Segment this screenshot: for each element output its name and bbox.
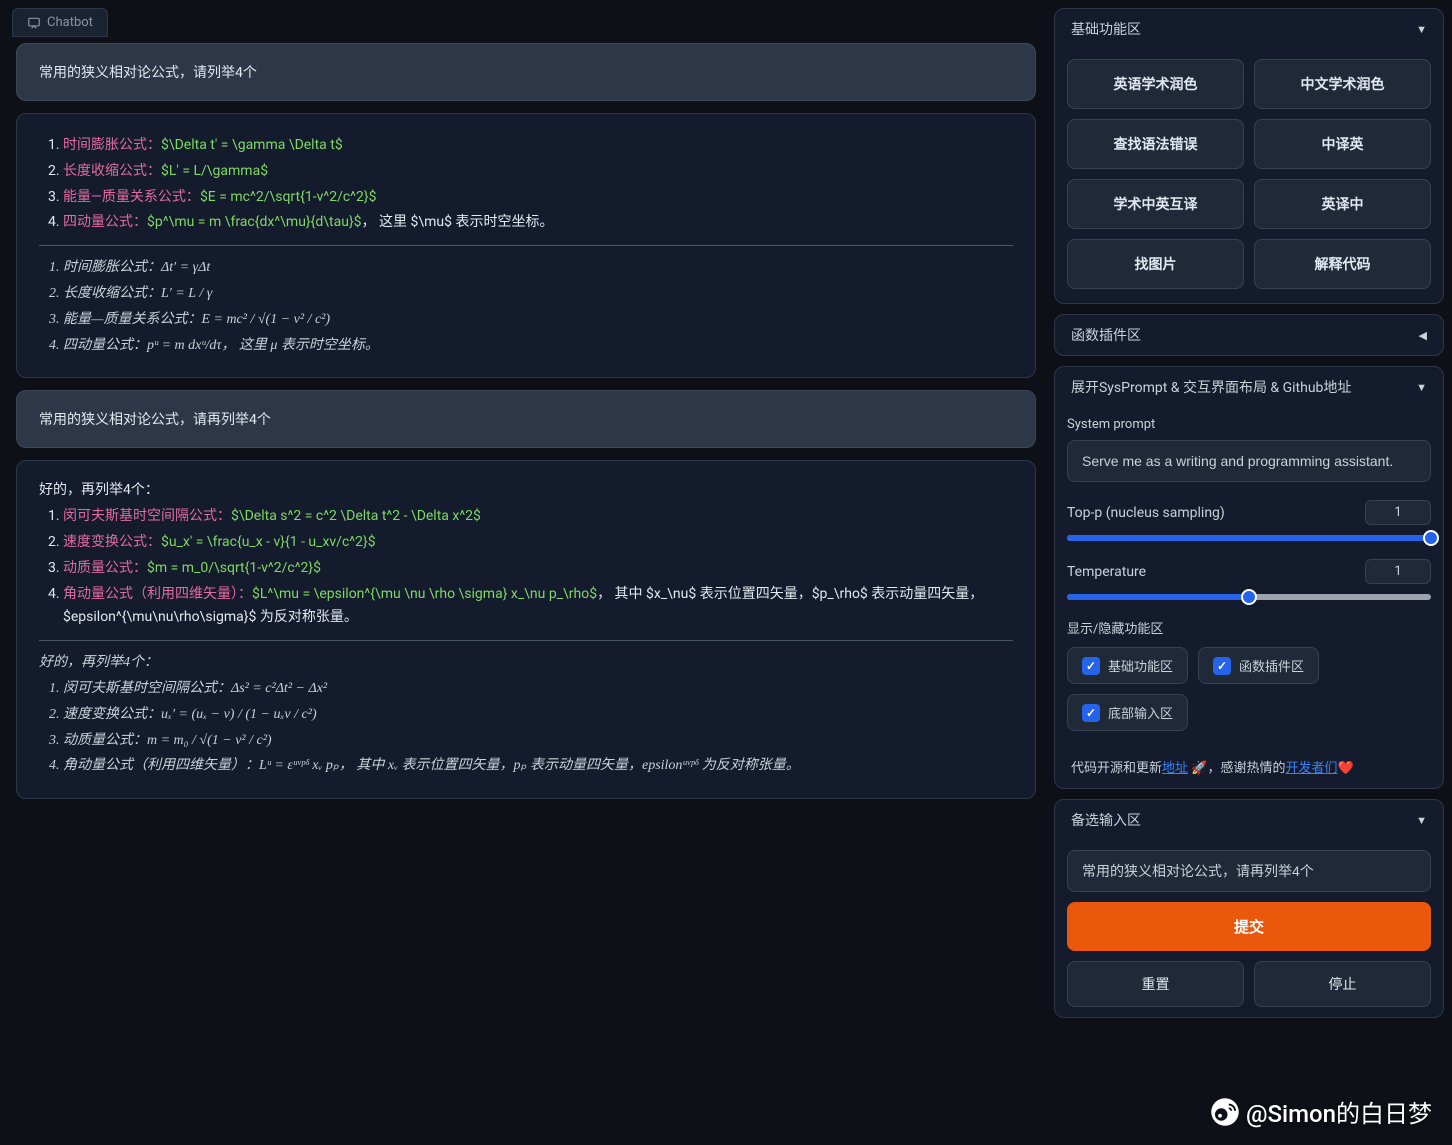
list-item: 长度收缩公式：L′ = L / γ xyxy=(63,282,1013,306)
list-item: 动质量公式：$m = m_0/\sqrt{1-v^2/c^2}$ xyxy=(63,557,1013,581)
list-item: 能量—质量关系公式：$E = mc^2/\sqrt{1-v^2/c^2}$ xyxy=(63,186,1013,210)
func-button[interactable]: 英语学术润色 xyxy=(1067,59,1244,109)
temperature-slider[interactable] xyxy=(1067,594,1431,600)
func-button[interactable]: 中文学术润色 xyxy=(1254,59,1431,109)
user-message: 常用的狭义相对论公式，请再列举4个 xyxy=(16,390,1036,448)
func-button[interactable]: 解释代码 xyxy=(1254,239,1431,289)
weibo-icon xyxy=(1210,1097,1240,1127)
panel-title: 展开SysPrompt & 交互界面布局 & Github地址 xyxy=(1071,377,1351,397)
visibility-check[interactable]: ✓ 基础功能区 xyxy=(1067,647,1188,684)
func-button[interactable]: 找图片 xyxy=(1067,239,1244,289)
list-item: 四动量公式：$p^\mu = m \frac{dx^\mu}{d\tau}$， … xyxy=(63,211,1013,235)
list-item: 动质量公式：m = m₀ / √(1 − v² / c²) xyxy=(63,729,1013,753)
sysprompt-input[interactable] xyxy=(1067,440,1431,482)
chevron-left-icon: ◀ xyxy=(1419,329,1427,342)
panel-plugins: 函数插件区 ◀ xyxy=(1054,314,1444,356)
list-item: 角动量公式（利用四维矢量）：$L^\mu = \epsilon^{\mu \nu… xyxy=(63,583,1013,631)
panel-title: 备选输入区 xyxy=(1071,810,1141,830)
panel-basic-functions: 基础功能区 ▼ 英语学术润色 中文学术润色 查找语法错误 中译英 学术中英互译 … xyxy=(1054,8,1444,304)
tab-bar: Chatbot xyxy=(8,8,1044,37)
chat-icon xyxy=(27,16,41,30)
chevron-down-icon: ▼ xyxy=(1416,814,1427,827)
list-item: 角动量公式（利用四维矢量）：Lᵘ = εᵘᵛᵖᵟ xᵥ pₚ， 其中 xᵥ 表示… xyxy=(63,754,1013,778)
topp-value[interactable]: 1 xyxy=(1365,500,1431,525)
list-item: 时间膨胀公式：Δt′ = γΔt xyxy=(63,256,1013,280)
stop-button[interactable]: 停止 xyxy=(1254,961,1431,1007)
toggle-title: 显示/隐藏功能区 xyxy=(1067,618,1431,637)
watermark: @Simon的白日梦 xyxy=(1210,1094,1432,1129)
assistant-message: 好的，再列举4个： 闵可夫斯基时空间隔公式：$\Delta s^2 = c^2 … xyxy=(16,460,1036,799)
rocket-icon: 🚀 xyxy=(1191,761,1207,776)
tab-label: Chatbot xyxy=(47,15,93,30)
intro-text: 好的，再列举4个： xyxy=(39,479,1013,503)
visibility-check[interactable]: ✓ 底部输入区 xyxy=(1067,694,1188,731)
temperature-value[interactable]: 1 xyxy=(1365,559,1431,584)
panel-settings: 展开SysPrompt & 交互界面布局 & Github地址 ▼ System… xyxy=(1054,366,1444,789)
checkbox-icon: ✓ xyxy=(1213,657,1231,675)
panel-title: 基础功能区 xyxy=(1071,19,1141,39)
tab-chatbot[interactable]: Chatbot xyxy=(12,8,108,37)
user-message: 常用的狭义相对论公式，请列举4个 xyxy=(16,43,1036,101)
func-button[interactable]: 中译英 xyxy=(1254,119,1431,169)
chevron-down-icon: ▼ xyxy=(1416,381,1427,394)
visibility-check[interactable]: ✓ 函数插件区 xyxy=(1198,647,1319,684)
list-item: 速度变换公式：uₓ′ = (uₓ − v) / (1 − uₓv / c²) xyxy=(63,703,1013,727)
panel-header[interactable]: 函数插件区 ◀ xyxy=(1055,315,1443,355)
list-item: 能量—质量关系公式：E = mc² / √(1 − v² / c²) xyxy=(63,308,1013,332)
func-button[interactable]: 英译中 xyxy=(1254,179,1431,229)
list-item: 速度变换公式：$u_x' = \frac{u_x - v}{1 - u_xv/c… xyxy=(63,531,1013,555)
list-item: 长度收缩公式：$L' = L/\gamma$ xyxy=(63,160,1013,184)
list-item: 闵可夫斯基时空间隔公式：Δs² = c²Δt² − Δx² xyxy=(63,677,1013,701)
divider xyxy=(39,640,1013,641)
prompt-input[interactable] xyxy=(1067,850,1431,892)
chevron-down-icon: ▼ xyxy=(1416,23,1427,36)
panel-header[interactable]: 基础功能区 ▼ xyxy=(1055,9,1443,49)
topp-label: Top-p (nucleus sampling) xyxy=(1067,505,1225,521)
list-item: 四动量公式：pᵘ = m dxᵘ/dτ， 这里 μ 表示时空坐标。 xyxy=(63,334,1013,358)
panel-header[interactable]: 展开SysPrompt & 交互界面布局 & Github地址 ▼ xyxy=(1055,367,1443,407)
checkbox-icon: ✓ xyxy=(1082,704,1100,722)
sysprompt-label: System prompt xyxy=(1067,417,1431,432)
panel-input: 备选输入区 ▼ 提交 重置 停止 xyxy=(1054,799,1444,1018)
chat-area: 常用的狭义相对论公式，请列举4个 时间膨胀公式：$\Delta t' = \ga… xyxy=(8,43,1044,799)
panel-title: 函数插件区 xyxy=(1071,325,1141,345)
submit-button[interactable]: 提交 xyxy=(1067,902,1431,951)
temperature-label: Temperature xyxy=(1067,564,1146,580)
footer-links: 代码开源和更新地址 🚀，感谢热情的开发者们❤️ xyxy=(1055,745,1443,788)
func-button[interactable]: 学术中英互译 xyxy=(1067,179,1244,229)
topp-slider[interactable] xyxy=(1067,535,1431,541)
panel-header[interactable]: 备选输入区 ▼ xyxy=(1055,800,1443,840)
reset-button[interactable]: 重置 xyxy=(1067,961,1244,1007)
devs-link[interactable]: 开发者们 xyxy=(1285,761,1337,776)
heart-icon: ❤️ xyxy=(1337,761,1353,776)
list-item: 时间膨胀公式：$\Delta t' = \gamma \Delta t$ xyxy=(63,134,1013,158)
checkbox-icon: ✓ xyxy=(1082,657,1100,675)
intro-text: 好的，再列举4个： xyxy=(39,651,1013,675)
divider xyxy=(39,245,1013,246)
func-button[interactable]: 查找语法错误 xyxy=(1067,119,1244,169)
list-item: 闵可夫斯基时空间隔公式：$\Delta s^2 = c^2 \Delta t^2… xyxy=(63,505,1013,529)
assistant-message: 时间膨胀公式：$\Delta t' = \gamma \Delta t$ 长度收… xyxy=(16,113,1036,378)
repo-link[interactable]: 地址 xyxy=(1162,761,1188,776)
